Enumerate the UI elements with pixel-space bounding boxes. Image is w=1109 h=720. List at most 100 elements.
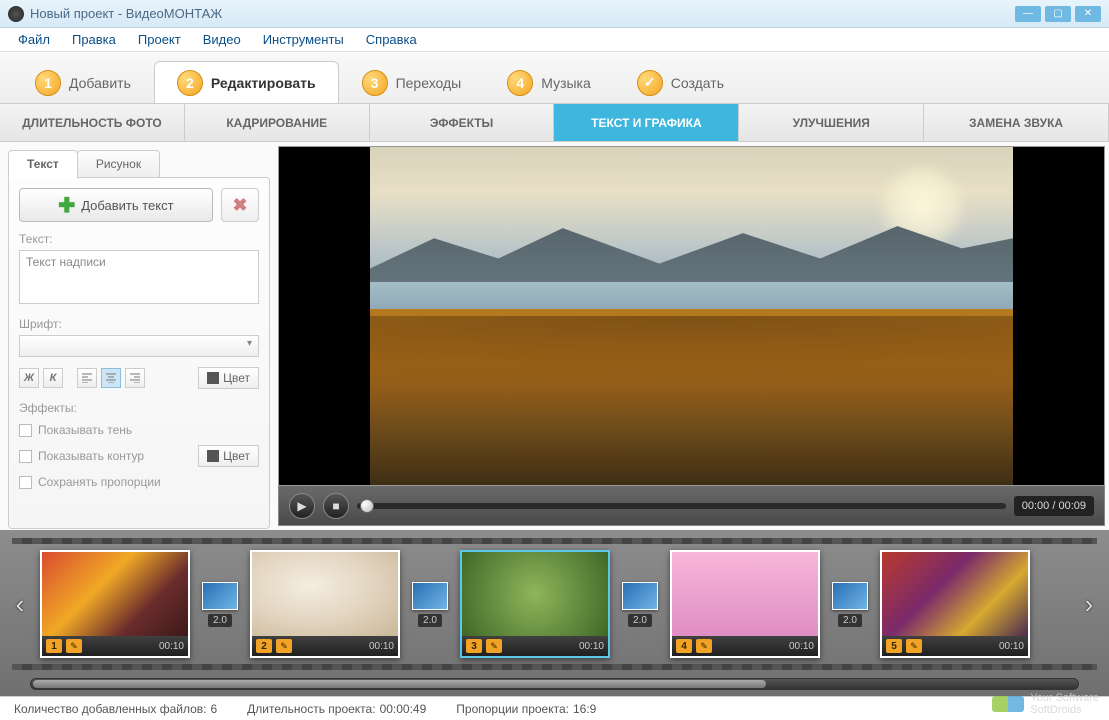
text-color-label: Цвет bbox=[223, 371, 250, 385]
statusbar: Количество добавленных файлов: 6 Длитель… bbox=[0, 696, 1109, 720]
keep-prop-label: Сохранять пропорции bbox=[38, 475, 161, 489]
timeline-clip[interactable]: 2 ✎ 00:10 bbox=[250, 550, 400, 658]
filmstrip-decor bbox=[12, 538, 1097, 544]
step-transitions[interactable]: 3 Переходы bbox=[339, 61, 485, 103]
step-create[interactable]: ✓ Создать bbox=[614, 61, 747, 103]
subtab-text-graphics[interactable]: ТЕКСТ И ГРАФИКА bbox=[554, 104, 739, 141]
align-left-button[interactable] bbox=[77, 368, 97, 388]
transition-slot[interactable]: 2.0 bbox=[830, 582, 870, 627]
transition-thumbnail[interactable] bbox=[412, 582, 448, 610]
watermark-line2: SoftDroids bbox=[1030, 704, 1099, 716]
pencil-icon[interactable]: ✎ bbox=[696, 639, 712, 653]
step-music[interactable]: 4 Музыка bbox=[484, 61, 614, 103]
inner-tab-text[interactable]: Текст bbox=[8, 150, 78, 178]
play-button[interactable]: ▶ bbox=[289, 493, 315, 519]
pencil-icon[interactable]: ✎ bbox=[66, 639, 82, 653]
watermark-line1: Your Software bbox=[1030, 692, 1099, 704]
transition-thumbnail[interactable] bbox=[622, 582, 658, 610]
clip-index: 5 bbox=[886, 639, 902, 653]
step-add-label: Добавить bbox=[69, 75, 131, 91]
timeline-scroll-right[interactable]: › bbox=[1079, 579, 1099, 629]
step-create-label: Создать bbox=[671, 75, 724, 91]
close-button[interactable]: ✕ bbox=[1075, 6, 1101, 22]
status-aspect-label: Пропорции проекта: bbox=[456, 702, 569, 716]
subtab-enhance[interactable]: УЛУЧШЕНИЯ bbox=[739, 104, 924, 141]
clip-thumbnail bbox=[882, 552, 1028, 636]
pencil-icon[interactable]: ✎ bbox=[486, 639, 502, 653]
font-select[interactable] bbox=[19, 335, 259, 357]
shadow-label: Показывать тень bbox=[38, 423, 132, 437]
add-text-label: Добавить текст bbox=[81, 198, 173, 213]
timeline-scroll-left[interactable]: ‹ bbox=[10, 579, 30, 629]
subtab-effects[interactable]: ЭФФЕКТЫ bbox=[370, 104, 555, 141]
menubar: Файл Правка Проект Видео Инструменты Спр… bbox=[0, 28, 1109, 52]
menu-video[interactable]: Видео bbox=[195, 30, 249, 49]
transition-thumbnail[interactable] bbox=[832, 582, 868, 610]
transition-thumbnail[interactable] bbox=[202, 582, 238, 610]
transition-slot[interactable]: 2.0 bbox=[620, 582, 660, 627]
align-right-button[interactable] bbox=[125, 368, 145, 388]
menu-tools[interactable]: Инструменты bbox=[255, 30, 352, 49]
outline-label: Показывать контур bbox=[38, 449, 144, 463]
transition-duration: 2.0 bbox=[628, 614, 652, 627]
maximize-button[interactable]: ▢ bbox=[1045, 6, 1071, 22]
transition-duration: 2.0 bbox=[838, 614, 862, 627]
keep-proportions-checkbox[interactable] bbox=[19, 476, 32, 489]
timeline-clip[interactable]: 4 ✎ 00:10 bbox=[670, 550, 820, 658]
transition-slot[interactable]: 2.0 bbox=[200, 582, 240, 627]
stop-button[interactable]: ■ bbox=[323, 493, 349, 519]
timeline-clip[interactable]: 5 ✎ 00:10 bbox=[880, 550, 1030, 658]
italic-button[interactable]: К bbox=[43, 368, 63, 388]
step-edit[interactable]: 2 Редактировать bbox=[154, 61, 339, 103]
menu-file[interactable]: Файл bbox=[10, 30, 58, 49]
pencil-icon[interactable]: ✎ bbox=[276, 639, 292, 653]
scrollbar-thumb[interactable] bbox=[33, 680, 766, 688]
subtab-duration[interactable]: ДЛИТЕЛЬНОСТЬ ФОТО bbox=[0, 104, 185, 141]
clip-thumbnail bbox=[42, 552, 188, 636]
clip-index: 1 bbox=[46, 639, 62, 653]
step-music-label: Музыка bbox=[541, 75, 591, 91]
preview-viewport[interactable] bbox=[278, 146, 1105, 486]
window-title: Новый проект - ВидеоМОНТАЖ bbox=[30, 6, 1011, 21]
seek-handle-icon[interactable] bbox=[360, 499, 374, 513]
status-duration-value: 00:00:49 bbox=[380, 702, 427, 716]
menu-project[interactable]: Проект bbox=[130, 30, 189, 49]
clip-index: 4 bbox=[676, 639, 692, 653]
timeline-clip[interactable]: 1 ✎ 00:10 bbox=[40, 550, 190, 658]
inner-tab-image[interactable]: Рисунок bbox=[77, 150, 160, 178]
preview-pane: ▶ ■ 00:00 / 00:09 bbox=[278, 142, 1109, 530]
subtab-crop[interactable]: КАДРИРОВАНИЕ bbox=[185, 104, 370, 141]
clip-thumbnail bbox=[672, 552, 818, 636]
timeline-scrollbar[interactable] bbox=[30, 678, 1079, 690]
shadow-checkbox[interactable] bbox=[19, 424, 32, 437]
app-icon bbox=[8, 6, 24, 22]
status-files-value: 6 bbox=[210, 702, 217, 716]
text-field-label: Текст: bbox=[19, 232, 259, 246]
clip-duration: 00:10 bbox=[999, 641, 1024, 652]
menu-help[interactable]: Справка bbox=[358, 30, 425, 49]
caption-text-input[interactable] bbox=[19, 250, 259, 304]
outline-checkbox[interactable] bbox=[19, 450, 32, 463]
color-swatch-icon bbox=[207, 450, 219, 462]
seek-slider[interactable] bbox=[357, 503, 1006, 509]
minimize-button[interactable]: — bbox=[1015, 6, 1041, 22]
menu-edit[interactable]: Правка bbox=[64, 30, 124, 49]
status-files-label: Количество добавленных файлов: bbox=[14, 702, 206, 716]
clip-thumbnail bbox=[462, 552, 608, 636]
delete-text-button[interactable]: ✖ bbox=[221, 188, 259, 222]
outline-color-button[interactable]: Цвет bbox=[198, 445, 259, 467]
align-center-button[interactable] bbox=[101, 368, 121, 388]
transition-slot[interactable]: 2.0 bbox=[410, 582, 450, 627]
bold-button[interactable]: Ж bbox=[19, 368, 39, 388]
clip-duration: 00:10 bbox=[789, 641, 814, 652]
timeline-clip[interactable]: 3 ✎ 00:10 bbox=[460, 550, 610, 658]
subtab-audio-replace[interactable]: ЗАМЕНА ЗВУКА bbox=[924, 104, 1109, 141]
transition-duration: 2.0 bbox=[208, 614, 232, 627]
pencil-icon[interactable]: ✎ bbox=[906, 639, 922, 653]
clip-duration: 00:10 bbox=[579, 641, 604, 652]
text-color-button[interactable]: Цвет bbox=[198, 367, 259, 389]
add-text-button[interactable]: ✚ Добавить текст bbox=[19, 188, 213, 222]
step-tabs: 1 Добавить 2 Редактировать 3 Переходы 4 … bbox=[0, 52, 1109, 104]
step-add[interactable]: 1 Добавить bbox=[12, 61, 154, 103]
timecode: 00:00 / 00:09 bbox=[1014, 496, 1094, 516]
